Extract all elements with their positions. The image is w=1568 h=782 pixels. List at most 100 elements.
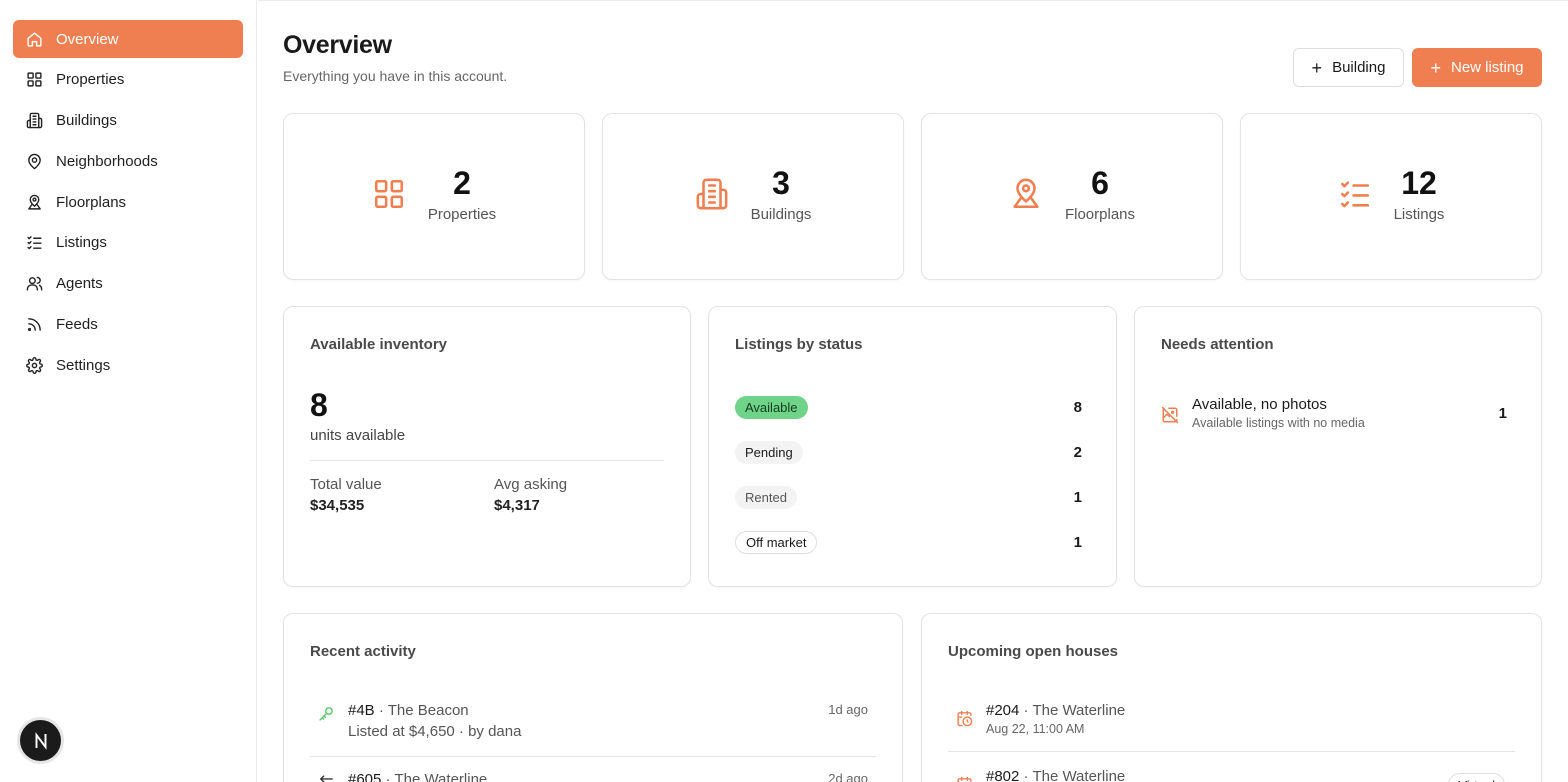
calendar-clock-icon [956,776,973,782]
calendar-clock-icon [956,710,973,727]
stat-card-floorplans[interactable]: 6 Floorplans [921,113,1223,280]
building-icon [695,177,729,211]
page-title: Overview [283,31,392,59]
grid-icon [372,177,406,211]
attention-title: Available, no photos [1192,396,1327,413]
stat-value: 2 [453,165,471,201]
grid-icon [26,71,43,88]
sidebar-item-label: Buildings [56,111,117,129]
stat-card-properties[interactable]: 2 Properties [283,113,585,280]
status-count: 2 [1073,443,1082,461]
image-off-icon [1161,406,1179,424]
avg-asking-label: Avg asking [494,476,568,493]
sidebar-item-label: Listings [56,233,107,251]
open-house-unit: #802 [986,768,1020,782]
open-house-title: #204 · The Waterline [986,702,1126,719]
new-listing-button[interactable]: + New listing [1412,48,1542,87]
activity-time: 2d ago [828,771,868,782]
open-house-date: Aug 22, 11:00 AM [986,722,1085,736]
key-icon [318,705,335,722]
activity-item[interactable]: #4B · The Beacon Listed at $4,650 · by d… [310,702,876,750]
stat-card-listings[interactable]: 12 Listings [1240,113,1542,280]
attention-item[interactable]: Available, no photos Available listings … [1161,396,1507,436]
activity-detail: Listed at $4,650 · by dana [348,723,522,740]
activity-title: #4B · The Beacon [348,702,469,719]
activity-building: The Beacon [387,702,469,719]
stat-card-buildings[interactable]: 3 Buildings [602,113,904,280]
add-building-label: Building [1332,59,1386,76]
sidebar-item-label: Neighborhoods [56,152,158,170]
listings-by-status-card: Listings by status Available 8 Pending 2… [708,306,1117,587]
map-pin-person-icon [26,194,43,211]
total-value-label: Total value [310,476,382,493]
card-title: Available inventory [310,336,447,353]
n-logo-icon [35,731,46,750]
units-available-count: 8 [310,387,328,423]
attention-count: 1 [1498,405,1507,422]
plus-icon: + [1311,57,1323,78]
status-count: 1 [1073,533,1082,551]
stat-label: Listings [1393,206,1445,223]
status-row-pending[interactable]: Pending 2 [735,439,1082,465]
building-icon [26,112,43,129]
sidebar-item-label: Settings [56,356,111,374]
status-count: 8 [1073,398,1082,416]
sidebar-item-floorplans[interactable]: Floorplans [13,183,243,221]
open-house-unit: #204 [986,702,1020,719]
add-building-button[interactable]: + Building [1293,48,1404,87]
sidebar-item-label: Agents [56,274,103,292]
activity-unit: #605 [348,771,382,782]
sidebar-item-neighborhoods[interactable]: Neighborhoods [13,142,243,180]
sidebar-item-buildings[interactable]: Buildings [13,101,243,139]
status-badge: Off market [735,530,818,554]
sidebar-item-properties[interactable]: Properties [13,60,243,98]
divider [310,460,664,461]
list-checks-icon [1338,177,1372,211]
rss-icon [26,316,43,333]
stat-value: 3 [772,165,790,201]
avg-asking-value: $4,317 [494,497,540,514]
arrows-icon [318,774,335,782]
status-badge: Available [735,395,808,419]
open-house-building: The Waterline [1032,768,1126,782]
virtual-badge: Virtual [1448,773,1505,782]
open-house-item[interactable]: #204 · The Waterline Aug 22, 11:00 AM [948,702,1515,746]
status-row-rented[interactable]: Rented 1 [735,484,1082,510]
main-content: Overview Everything you have in this acc… [258,0,1568,782]
sidebar-item-settings[interactable]: Settings [13,346,243,384]
divider [310,756,876,757]
map-pin-person-icon [1009,177,1043,211]
stat-value: 12 [1401,165,1437,201]
plus-icon: + [1430,57,1441,78]
available-inventory-card: Available inventory 8 units available To… [283,306,691,587]
status-row-available[interactable]: Available 8 [735,394,1082,420]
open-house-building: The Waterline [1032,702,1126,719]
sidebar-item-listings[interactable]: Listings [13,223,243,261]
sidebar-item-feeds[interactable]: Feeds [13,305,243,343]
page-subtitle: Everything you have in this account. [283,68,508,84]
card-title: Upcoming open houses [948,643,1119,660]
card-title: Recent activity [310,643,416,660]
app-avatar-button[interactable]: N [20,720,61,761]
recent-activity-card: Recent activity #4B · The Beacon Listed … [283,613,903,782]
units-available-label: units available [310,427,406,444]
status-badge: Pending [735,440,803,464]
total-value: $34,535 [310,497,365,514]
users-icon [26,275,43,292]
needs-attention-card: Needs attention Available, no photos Ava… [1134,306,1542,587]
sidebar-item-agents[interactable]: Agents [13,264,243,302]
sidebar-item-label: Properties [56,70,125,88]
attention-subtitle: Available listings with no media [1192,416,1365,430]
status-row-off-market[interactable]: Off market 1 [735,529,1082,555]
stat-label: Floorplans [1064,206,1136,223]
sidebar-item-overview[interactable]: Overview [13,20,243,58]
activity-time: 1d ago [828,702,868,717]
activity-item[interactable]: #605 · The Waterline 2d ago [310,771,876,782]
open-house-item[interactable]: #802 · The Waterline Virtual [948,768,1515,782]
open-house-title: #802 · The Waterline [986,768,1125,782]
activity-unit: #4B [348,702,375,719]
stat-label: Buildings [750,206,812,223]
sidebar-item-label: Feeds [56,315,98,333]
new-listing-label: New listing [1450,59,1524,76]
divider [948,751,1515,752]
